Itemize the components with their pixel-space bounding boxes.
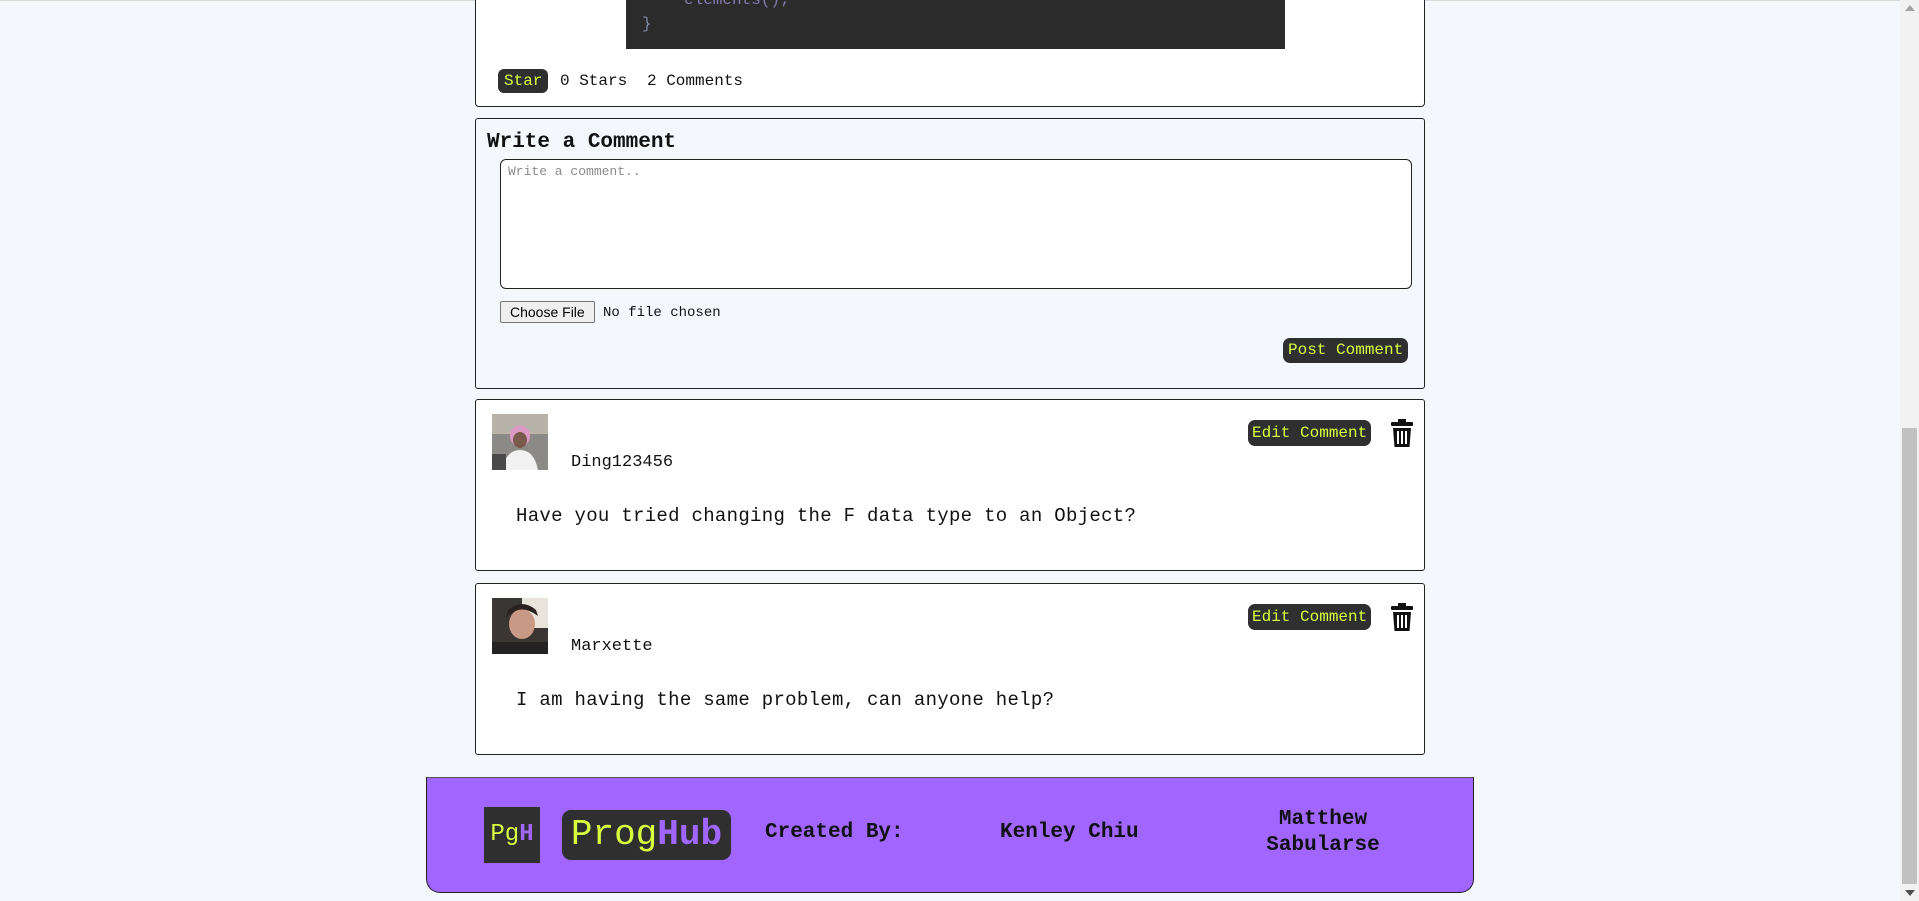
edit-comment-button[interactable]: Edit Comment [1248,420,1372,446]
code-line: elements(); [684,0,790,9]
trash-icon[interactable] [1391,603,1413,631]
scroll-thumb[interactable] [1902,428,1917,884]
footer: PgH ProgHub Created By: Kenley Chiu Matt… [426,777,1474,893]
comment-card: Ding123456 Have you tried changing the F… [475,399,1425,571]
post-card: elements(); } Star 0 Stars 2 Comments [475,0,1425,107]
vertical-scrollbar[interactable] [1900,0,1919,901]
logo-small-pg: Pg [490,821,520,848]
write-comment-section: Write a Comment Choose File No file chos… [475,118,1425,389]
author-name: Matthew Sabularse [1266,808,1380,857]
code-block: elements(); } [626,0,1285,49]
trash-icon[interactable] [1391,419,1413,447]
avatar [492,598,548,654]
scroll-up-arrow-icon[interactable] [1905,5,1915,11]
comment-text: Have you tried changing the F data type … [516,505,1137,527]
avatar [492,414,548,470]
proghub-small-logo[interactable]: PgH [484,807,540,863]
file-status: No file chosen [603,305,721,321]
write-comment-title: Write a Comment [487,131,677,154]
choose-file-button[interactable]: Choose File [500,301,595,323]
author-name: Kenley Chiu [1000,821,1139,844]
logo-small-h: H [519,821,534,848]
comment-text: I am having the same problem, can anyone… [516,689,1055,711]
comment-username: Marxette [571,637,653,656]
logo-hub: Hub [657,814,723,855]
post-comment-button[interactable]: Post Comment [1283,338,1409,363]
stars-count: 0 Stars [560,72,628,90]
proghub-logo[interactable]: ProgHub [562,810,731,860]
edit-comment-button[interactable]: Edit Comment [1248,604,1372,630]
comment-textarea[interactable] [500,159,1412,289]
code-line: } [642,15,652,33]
comments-count: 2 Comments [647,72,744,90]
scroll-down-arrow-icon[interactable] [1905,890,1915,896]
created-by-label: Created By: [765,821,904,844]
star-button[interactable]: Star [498,69,549,93]
comment-card: Marxette I am having the same problem, c… [475,583,1425,755]
comment-username: Ding123456 [571,453,674,472]
logo-prog: Prog [570,814,658,855]
